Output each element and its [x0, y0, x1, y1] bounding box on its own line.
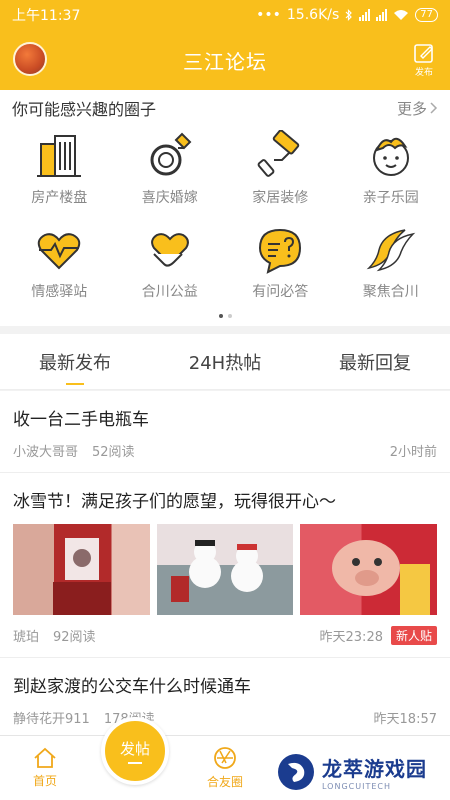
post-author: 小波大哥哥 [13, 445, 79, 460]
circle-item-emotion[interactable]: 情感驿站 [4, 220, 115, 314]
post-item[interactable]: 冰雪节！满足孩子们的愿望，玩得很开心～ 琥珀 92阅读 昨天23:28 新人贴 [0, 473, 450, 658]
page-indicator [0, 314, 450, 318]
post-item[interactable]: 收一台二手电瓶车 小波大哥哥 52阅读 2小时前 [0, 391, 450, 473]
create-post-label: 发帖 [119, 740, 150, 758]
section-title: 你可能感兴趣的圈子 [12, 100, 157, 119]
waves-logo-icon [366, 229, 416, 272]
wifi-icon [394, 10, 409, 20]
edit-icon [414, 44, 433, 63]
battery-icon: 77 [415, 8, 438, 22]
post-author: 琥珀 [13, 630, 40, 645]
post-author: 静待花开911 [13, 712, 90, 727]
tab-24h-hot[interactable]: 24H热帖 [150, 334, 300, 389]
interest-circles-section: 你可能感兴趣的圈子 更多 房产楼盘 喜庆婚嫁 家居装修 亲子乐园 情感驿站 合川… [0, 90, 450, 326]
post-title: 冰雪节！满足孩子们的愿望，玩得很开心～ [13, 492, 336, 512]
circle-item-label: 聚焦合川 [362, 284, 419, 300]
nav-home-label: 首页 [32, 774, 57, 788]
watermark-title: 龙萃游戏园 [322, 757, 427, 781]
app-header: 三江论坛 发布 [0, 30, 450, 90]
feed-tabs: 最新发布 24H热帖 最新回复 [0, 334, 450, 390]
page-title: 三江论坛 [183, 49, 267, 74]
circle-item-label: 房产楼盘 [31, 190, 88, 206]
signal-icon-2 [376, 9, 388, 21]
status-dots: ••• [256, 7, 281, 23]
signal-icon [359, 9, 371, 21]
more-label: 更多 [396, 99, 427, 118]
page-dot [227, 314, 232, 318]
circle-item-parenting[interactable]: 亲子乐园 [336, 126, 447, 220]
post-item[interactable]: 到赵家渡的公交车什么时候通车 静待花开911 178阅读 昨天18:57 [0, 658, 450, 735]
page-dot-active [218, 314, 223, 318]
circle-item-qa[interactable]: 有问必答 [225, 220, 336, 314]
post-reads: 92阅读 [53, 630, 96, 645]
circle-item-focus[interactable]: 聚焦合川 [336, 220, 447, 314]
post-list: 收一台二手电瓶车 小波大哥哥 52阅读 2小时前 冰雪节！满足孩子们的愿望，玩得… [0, 391, 450, 735]
status-bar: 上午11:37 ••• 15.6K/s 77 [0, 0, 450, 30]
avatar[interactable] [13, 42, 47, 76]
new-post-badge: 新人贴 [390, 626, 437, 645]
post-image[interactable] [156, 524, 294, 615]
post-title: 收一台二手电瓶车 [13, 410, 149, 430]
circle-item-label: 喜庆婚嫁 [141, 190, 198, 206]
status-time: 上午11:37 [12, 8, 81, 24]
diamond-ring-icon [150, 132, 192, 176]
post-reads: 52阅读 [92, 445, 135, 460]
nav-home[interactable]: 首页 [0, 736, 90, 800]
watermark: 龙萃游戏园 LONGCUITECH [272, 748, 448, 796]
network-speed: 15.6K/s [286, 7, 340, 23]
tab-latest[interactable]: 最新发布 [0, 334, 150, 389]
circle-item-label: 亲子乐园 [362, 190, 419, 206]
fab-underline [128, 762, 142, 764]
circle-item-label: 家居装修 [252, 190, 309, 206]
building-icon [37, 135, 82, 177]
baby-face-icon [372, 137, 409, 176]
tab-latest-reply[interactable]: 最新回复 [300, 334, 450, 389]
create-post-button[interactable]: 发帖 [101, 717, 169, 785]
post-time: 昨天23:28 [319, 630, 383, 645]
question-bubble-icon [259, 228, 302, 274]
bluetooth-icon [345, 9, 353, 21]
publish-label: 发布 [414, 68, 433, 78]
post-time: 昨天18:57 [373, 712, 437, 727]
aperture-icon [214, 747, 236, 769]
nav-friends[interactable]: 合友圈 [180, 736, 270, 800]
nav-friends-label: 合友圈 [206, 775, 243, 789]
hand-heart-icon [150, 233, 189, 267]
circle-item-label: 合川公益 [141, 284, 198, 300]
watermark-logo-icon [278, 754, 314, 790]
circle-item-label: 有问必答 [252, 284, 309, 300]
paint-roller-icon [257, 130, 300, 177]
circle-item-real-estate[interactable]: 房产楼盘 [4, 126, 115, 220]
circle-item-label: 情感驿站 [31, 284, 88, 300]
post-time: 2小时前 [389, 445, 437, 460]
circle-item-charity[interactable]: 合川公益 [115, 220, 226, 314]
more-link[interactable]: 更多 [397, 98, 438, 119]
post-image[interactable] [13, 524, 150, 615]
post-image[interactable] [300, 524, 438, 615]
circle-item-decoration[interactable]: 家居装修 [225, 126, 336, 220]
heart-pulse-icon [38, 233, 81, 270]
post-title: 到赵家渡的公交车什么时候通车 [13, 677, 251, 697]
chevron-right-icon [430, 102, 438, 114]
publish-button[interactable]: 发布 [408, 42, 440, 78]
circle-item-wedding[interactable]: 喜庆婚嫁 [115, 126, 226, 220]
home-icon [34, 747, 56, 768]
watermark-subtitle: LONGCUITECH [322, 782, 391, 791]
